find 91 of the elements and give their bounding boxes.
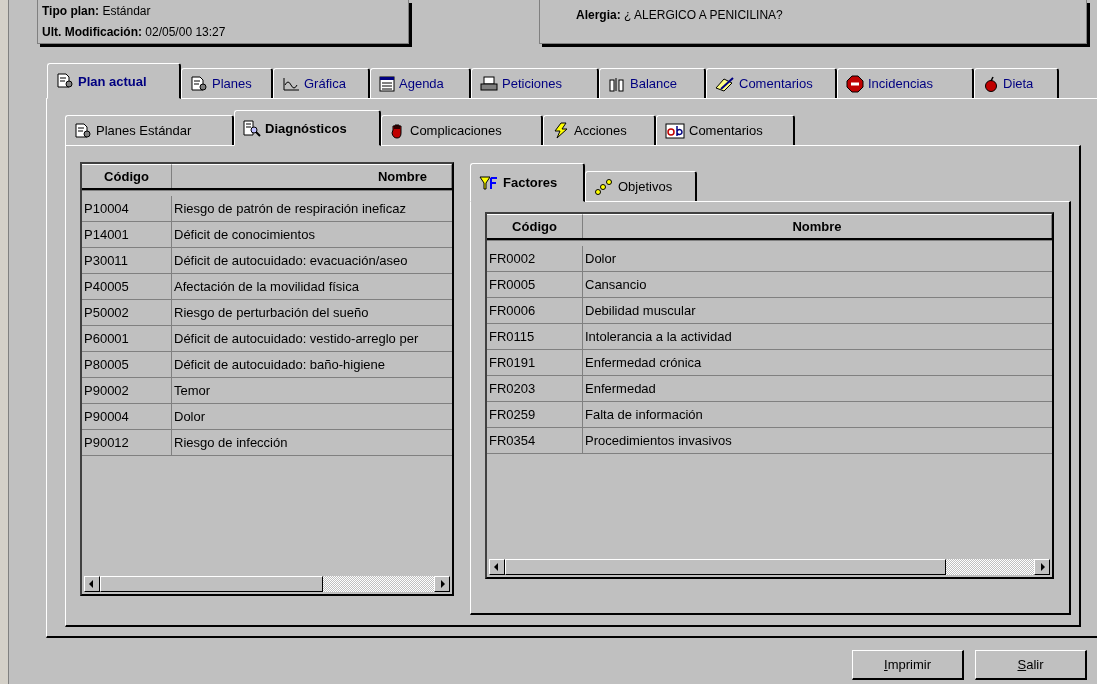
table-cell: FR0191 <box>487 350 583 375</box>
table-cell: P60001 <box>82 326 172 351</box>
tab[interactable]: Dieta <box>974 68 1059 98</box>
scroll-thumb[interactable] <box>505 559 947 575</box>
text-edit-icon <box>665 122 685 139</box>
field-label: Alergia: <box>576 8 621 22</box>
table-cell: FR0006 <box>487 298 583 323</box>
tab[interactable]: Agenda <box>370 68 471 98</box>
printer-icon <box>480 75 498 92</box>
left-arrow-icon <box>494 563 500 571</box>
table-cell-text: Procedimientos invasivos <box>584 432 733 450</box>
table-cell-text: Déficit de autocuidado: evacuación/aseo <box>173 252 409 270</box>
right-arrow-icon <box>439 580 445 588</box>
column-header[interactable]: Nombre <box>583 214 1052 238</box>
right-arrow-icon <box>1039 563 1045 571</box>
scroll-right-button[interactable] <box>434 576 450 592</box>
table-cell: P14001 <box>82 222 172 247</box>
table-cell: P10004 <box>82 196 172 221</box>
field-value: 02/05/00 13:27 <box>145 25 226 40</box>
table-cell: P80005 <box>82 352 172 377</box>
tab[interactable]: Comentarios <box>656 115 795 145</box>
column-header[interactable]: Código <box>487 214 583 238</box>
tab[interactable]: Peticiones <box>471 68 599 98</box>
table-cell: P30011 <box>82 248 172 273</box>
field-label: Ult. Modificación: <box>42 25 142 40</box>
table-cell: FR0354 <box>487 428 583 453</box>
lightning-bolt-icon <box>552 122 570 139</box>
table-cell-text: Cansancio <box>584 276 648 294</box>
tab[interactable]: Planes Estándar <box>65 115 234 145</box>
table-cell-text: Déficit de conocimientos <box>173 226 316 244</box>
horizontal-scrollbar[interactable] <box>489 559 1050 575</box>
table-cell-text: Intolerancia a la actividad <box>584 328 733 346</box>
tab[interactable]: Incidencias <box>837 68 974 98</box>
horizontal-scrollbar[interactable] <box>84 576 450 592</box>
table-cell-text: Déficit de autocuidado: baño-higiene <box>173 356 387 374</box>
left-arrow-icon <box>89 580 95 588</box>
tab[interactable]: Planes <box>181 68 273 98</box>
scroll-right-button[interactable] <box>1034 559 1050 575</box>
scroll-thumb[interactable] <box>100 576 324 592</box>
table-cell: FR0115 <box>487 324 583 349</box>
table-cell-text: Riesgo de perturbación del sueño <box>173 304 370 322</box>
field-value: Estándar <box>102 3 151 18</box>
chain-links-icon <box>594 177 614 196</box>
stop-sign-icon <box>846 74 864 93</box>
tab[interactable]: Complicaciones <box>381 115 543 145</box>
tab[interactable]: Plan actual <box>47 63 181 99</box>
tab[interactable]: Factores <box>470 163 585 202</box>
table-cell: P40005 <box>82 274 172 299</box>
table-cell-text: Déficit de autocuidado: vestido-arreglo per <box>173 330 420 348</box>
apple-icon <box>983 75 999 92</box>
table-cell-text: Riesgo de patrón de respiración ineficaz <box>173 200 407 218</box>
document-gear-icon <box>56 73 74 89</box>
bottles-icon <box>608 75 626 92</box>
table-cell: P90004 <box>82 404 172 429</box>
document-gear-icon <box>74 122 92 139</box>
table-cell-text: Temor <box>173 382 212 400</box>
graph-line-icon <box>282 75 300 92</box>
table-cell-text: Enfermedad <box>584 380 657 398</box>
document-gear-icon <box>190 75 208 92</box>
tab[interactable]: Balance <box>599 68 706 98</box>
scroll-left-button[interactable] <box>489 559 505 575</box>
column-header[interactable]: Nombre <box>172 164 452 188</box>
tab[interactable]: Gráfica <box>273 68 370 98</box>
table-cell-text: Debilidad muscular <box>584 302 697 320</box>
table-cell: FR0203 <box>487 376 583 401</box>
field-label: Tipo plan: <box>42 3 100 18</box>
funnel-icon <box>479 174 499 191</box>
table-cell: FR0005 <box>487 272 583 297</box>
dialog-button[interactable]: Imprimir <box>852 650 964 680</box>
table-cell: FR0002 <box>487 246 583 271</box>
calendar-icon <box>379 75 395 92</box>
scroll-left-button[interactable] <box>84 576 100 592</box>
table-cell: P90012 <box>82 430 172 455</box>
tab[interactable]: Comentarios <box>706 68 837 98</box>
pencil-note-icon <box>715 75 735 92</box>
dialog-button[interactable]: Salir <box>975 650 1087 680</box>
table-cell-text: Dolor <box>584 250 618 268</box>
field-value: ¿ ALERGICO A PENICILINA? <box>624 8 783 22</box>
table-cell-text: Dolor <box>173 408 207 426</box>
table-cell-text: Falta de información <box>584 406 704 424</box>
tab[interactable]: Objetivos <box>585 171 697 201</box>
table-cell: P90002 <box>82 378 172 403</box>
table-cell: FR0259 <box>487 402 583 427</box>
tab[interactable]: Acciones <box>543 115 656 145</box>
table-cell-text: Afectación de la movilidad física <box>173 278 360 296</box>
tab[interactable]: Diagnósticos <box>234 110 381 146</box>
column-header[interactable]: Código <box>82 164 172 188</box>
table-cell-text: Riesgo de infección <box>173 434 289 452</box>
table-cell: P50002 <box>82 300 172 325</box>
table-cell-text: Enfermedad crónica <box>584 354 703 372</box>
magnifier-document-icon <box>243 119 261 137</box>
